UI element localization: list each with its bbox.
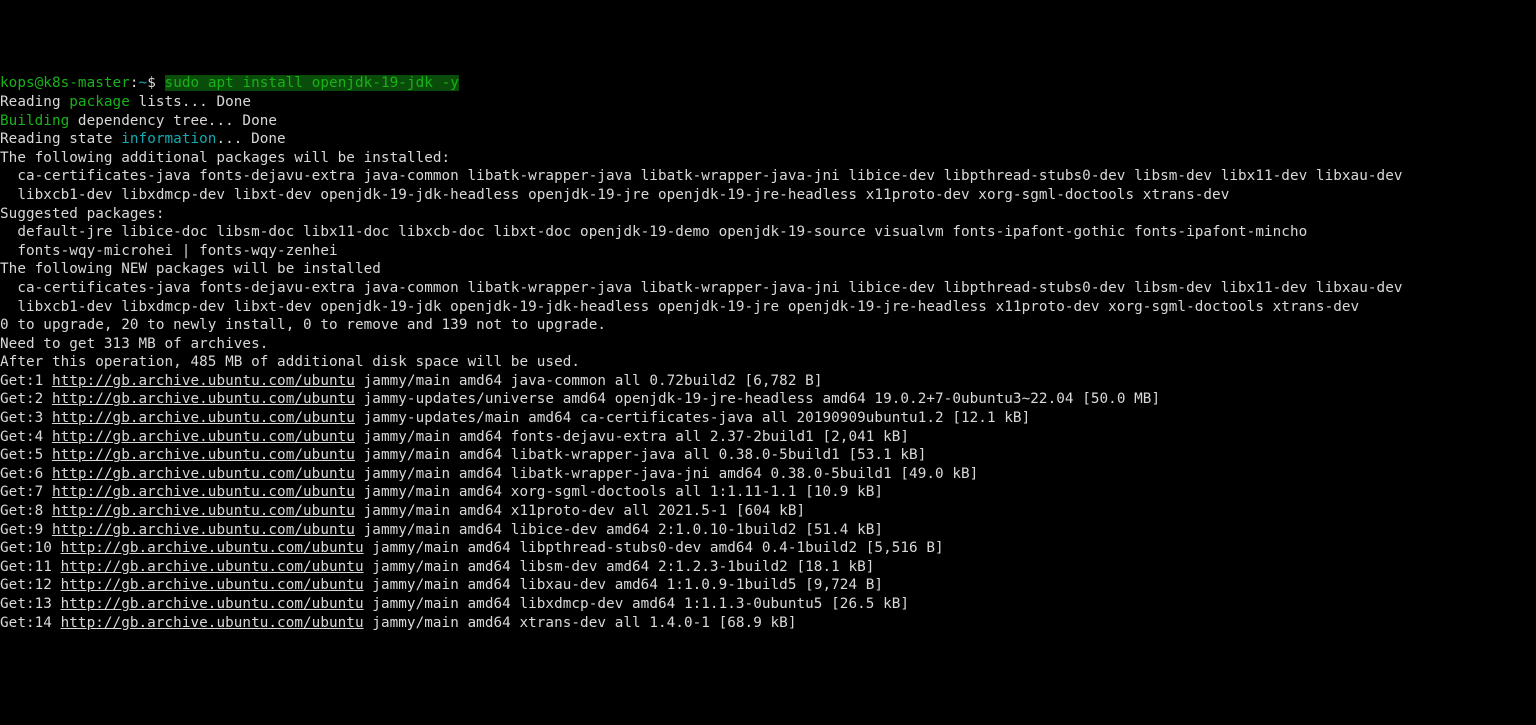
download-url: http://gb.archive.ubuntu.com/ubuntu <box>52 503 355 519</box>
download-url: http://gb.archive.ubuntu.com/ubuntu <box>52 410 355 426</box>
terminal-line: Get:8 http://gb.archive.ubuntu.com/ubunt… <box>0 502 1536 521</box>
download-url: http://gb.archive.ubuntu.com/ubuntu <box>52 447 355 463</box>
terminal-line: After this operation, 485 MB of addition… <box>0 353 1536 372</box>
terminal-line: Suggested packages: <box>0 205 1536 224</box>
terminal-line: Get:14 http://gb.archive.ubuntu.com/ubun… <box>0 614 1536 633</box>
download-url: http://gb.archive.ubuntu.com/ubuntu <box>52 484 355 500</box>
prompt-dollar: $ <box>147 75 164 91</box>
terminal-line: default-jre libice-doc libsm-doc libx11-… <box>0 223 1536 242</box>
terminal-line: Get:4 http://gb.archive.ubuntu.com/ubunt… <box>0 428 1536 447</box>
terminal-line: Get:11 http://gb.archive.ubuntu.com/ubun… <box>0 558 1536 577</box>
download-url: http://gb.archive.ubuntu.com/ubuntu <box>52 522 355 538</box>
hl-package: package <box>69 94 130 110</box>
download-url: http://gb.archive.ubuntu.com/ubuntu <box>61 559 364 575</box>
terminal-line: Get:12 http://gb.archive.ubuntu.com/ubun… <box>0 576 1536 595</box>
terminal-line: Reading state information... Done <box>0 130 1536 149</box>
hl-building: Building <box>0 113 69 129</box>
download-url: http://gb.archive.ubuntu.com/ubuntu <box>61 540 364 556</box>
hl-information: information <box>121 131 216 147</box>
terminal-line: Get:5 http://gb.archive.ubuntu.com/ubunt… <box>0 446 1536 465</box>
terminal-line: Get:7 http://gb.archive.ubuntu.com/ubunt… <box>0 483 1536 502</box>
terminal-line: 0 to upgrade, 20 to newly install, 0 to … <box>0 316 1536 335</box>
download-url: http://gb.archive.ubuntu.com/ubuntu <box>52 429 355 445</box>
terminal-line: Get:3 http://gb.archive.ubuntu.com/ubunt… <box>0 409 1536 428</box>
terminal-line: kops@k8s-master:~$ sudo apt install open… <box>0 74 1536 93</box>
terminal-line: fonts-wqy-microhei | fonts-wqy-zenhei <box>0 242 1536 261</box>
download-url: http://gb.archive.ubuntu.com/ubuntu <box>61 577 364 593</box>
download-url: http://gb.archive.ubuntu.com/ubuntu <box>61 615 364 631</box>
terminal-line: Get:2 http://gb.archive.ubuntu.com/ubunt… <box>0 390 1536 409</box>
terminal-line: The following NEW packages will be insta… <box>0 260 1536 279</box>
prompt-sep: : <box>130 75 139 91</box>
download-url: http://gb.archive.ubuntu.com/ubuntu <box>61 596 364 612</box>
download-url: http://gb.archive.ubuntu.com/ubuntu <box>52 373 355 389</box>
terminal-line: libxcb1-dev libxdmcp-dev libxt-dev openj… <box>0 186 1536 205</box>
terminal-line: ca-certificates-java fonts-dejavu-extra … <box>0 167 1536 186</box>
terminal-line: Reading package lists... Done <box>0 93 1536 112</box>
terminal-line: Get:1 http://gb.archive.ubuntu.com/ubunt… <box>0 372 1536 391</box>
terminal-line: Get:9 http://gb.archive.ubuntu.com/ubunt… <box>0 521 1536 540</box>
terminal-output[interactable]: kops@k8s-master:~$ sudo apt install open… <box>0 74 1536 632</box>
terminal-line: Get:6 http://gb.archive.ubuntu.com/ubunt… <box>0 465 1536 484</box>
terminal-line: The following additional packages will b… <box>0 149 1536 168</box>
terminal-line: Get:13 http://gb.archive.ubuntu.com/ubun… <box>0 595 1536 614</box>
command-text: sudo apt install openjdk-19-jdk -y <box>165 75 459 91</box>
prompt-path: ~ <box>139 75 148 91</box>
terminal-line: Building dependency tree... Done <box>0 112 1536 131</box>
terminal-line: Get:10 http://gb.archive.ubuntu.com/ubun… <box>0 539 1536 558</box>
download-url: http://gb.archive.ubuntu.com/ubuntu <box>52 391 355 407</box>
terminal-line: Need to get 313 MB of archives. <box>0 335 1536 354</box>
prompt-user: kops@k8s-master <box>0 75 130 91</box>
terminal-line: libxcb1-dev libxdmcp-dev libxt-dev openj… <box>0 298 1536 317</box>
terminal-line: ca-certificates-java fonts-dejavu-extra … <box>0 279 1536 298</box>
download-url: http://gb.archive.ubuntu.com/ubuntu <box>52 466 355 482</box>
